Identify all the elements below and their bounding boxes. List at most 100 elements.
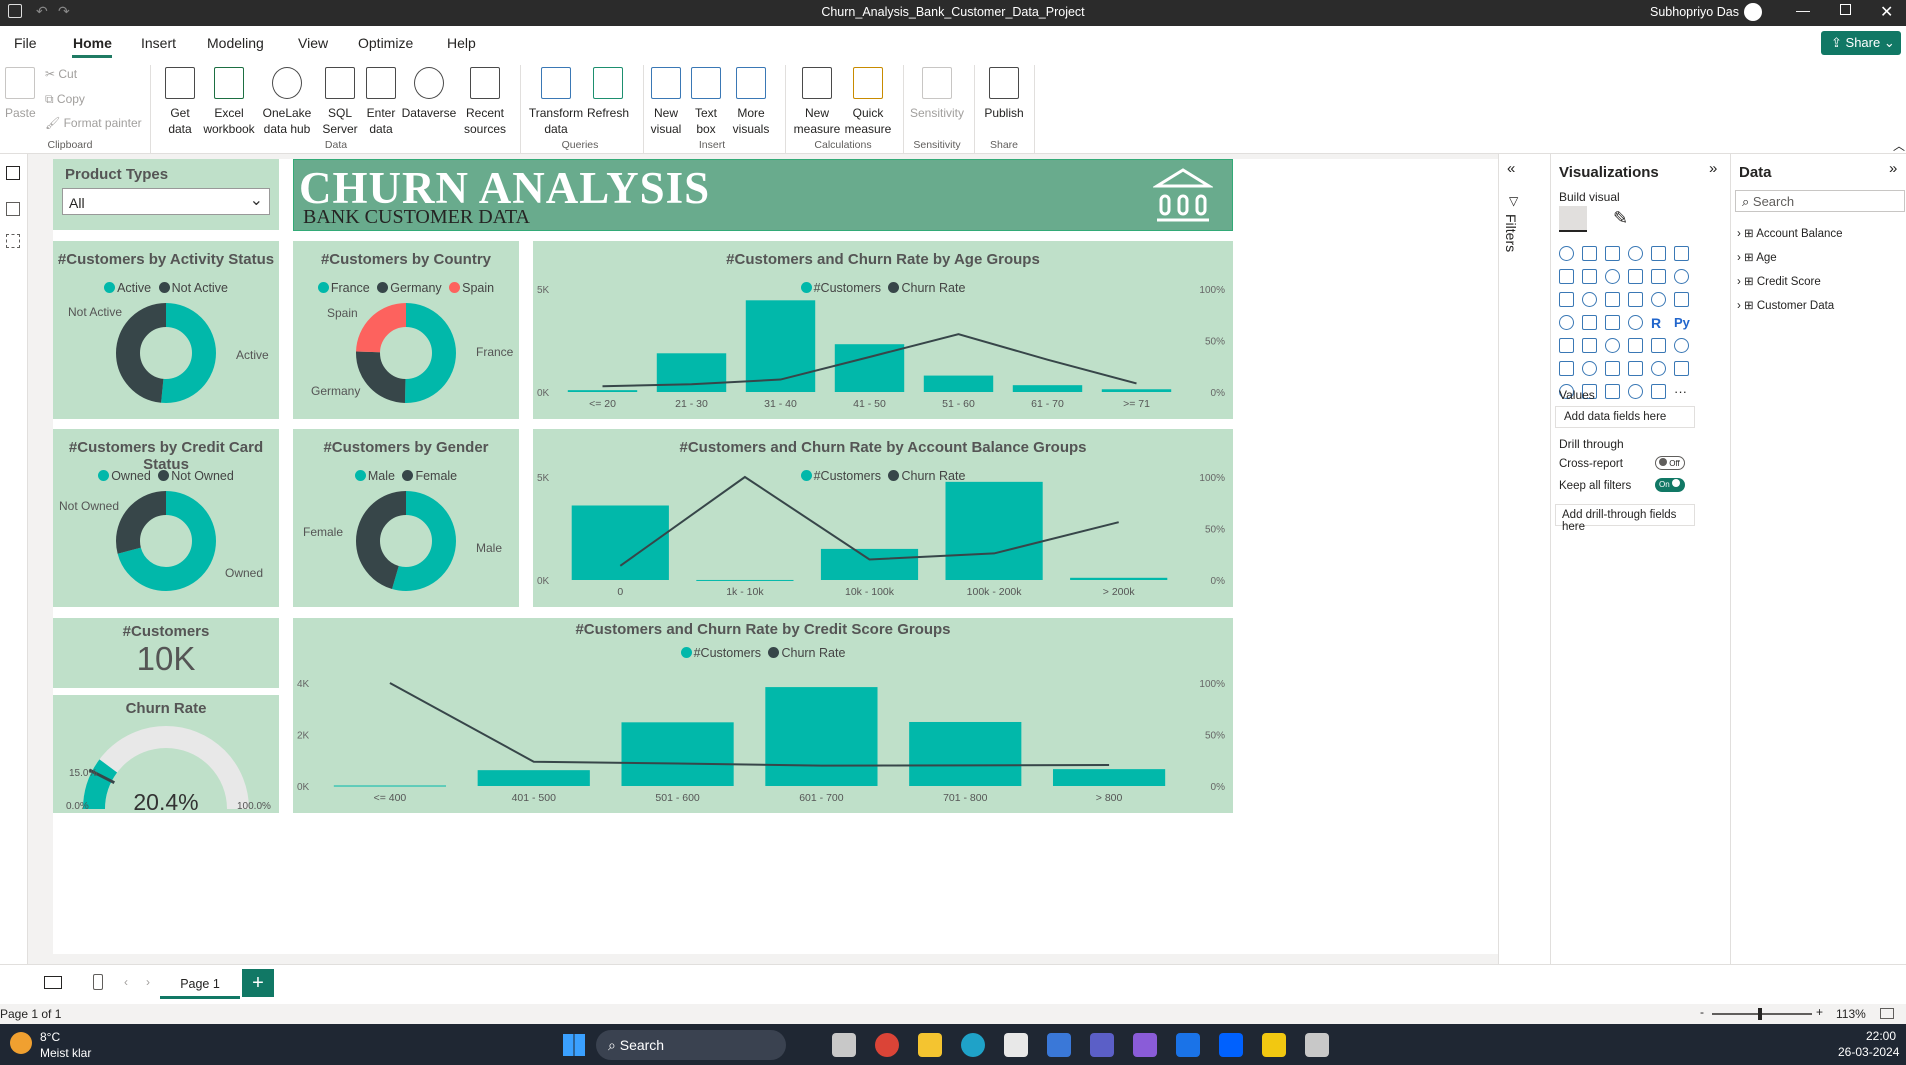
menu-optimize[interactable]: Optimize — [358, 35, 413, 51]
avatar[interactable] — [1744, 3, 1762, 21]
taskbar-search[interactable]: ⌕ Search — [596, 1030, 786, 1060]
visual-type-icon[interactable] — [1628, 269, 1643, 284]
credit-card-card[interactable]: #Customers by Credit Card Status Owned N… — [53, 429, 279, 607]
table-item[interactable]: › ⊞ Account Balance — [1737, 222, 1843, 246]
cut-button[interactable]: ✂ Cut — [45, 67, 77, 81]
table-item[interactable]: › ⊞ Age — [1737, 246, 1843, 270]
file-explorer-icon[interactable] — [918, 1033, 942, 1057]
visual-type-icon[interactable] — [1651, 292, 1666, 307]
recent-sources-button[interactable]: Recent sources — [460, 67, 510, 137]
visual-type-icon[interactable] — [1605, 361, 1620, 376]
dataverse-button[interactable]: Dataverse — [400, 67, 458, 121]
excel-button[interactable]: Excel workbook — [200, 67, 258, 137]
expand-right-icon[interactable]: » — [1709, 160, 1717, 177]
table-item[interactable]: › ⊞ Credit Score — [1737, 270, 1843, 294]
chat-icon[interactable] — [1047, 1033, 1071, 1057]
get-data-button[interactable]: Get data — [160, 67, 200, 137]
mail-icon[interactable] — [1176, 1033, 1200, 1057]
customers-kpi-card[interactable]: #Customers 10K — [53, 618, 279, 688]
visual-type-icon[interactable] — [1628, 315, 1643, 330]
visual-type-icon[interactable]: R — [1651, 315, 1671, 335]
visual-type-icon[interactable] — [1674, 292, 1689, 307]
close-icon[interactable]: ✕ — [1880, 2, 1893, 22]
visual-type-icon[interactable] — [1582, 269, 1597, 284]
zoom-slider[interactable] — [1712, 1013, 1812, 1015]
visual-type-icon[interactable] — [1605, 269, 1620, 284]
visual-type-icon[interactable] — [1559, 269, 1574, 284]
visual-type-icon[interactable] — [1559, 246, 1574, 261]
add-page-button[interactable]: + — [242, 969, 274, 997]
task-view-icon[interactable] — [832, 1033, 856, 1057]
zoom-out-icon[interactable]: - — [1700, 1005, 1704, 1019]
visual-type-icon[interactable] — [1651, 361, 1666, 376]
more-visuals-button[interactable]: More visuals — [726, 67, 776, 137]
visual-type-icon[interactable] — [1582, 338, 1597, 353]
enter-data-button[interactable]: Enter data — [362, 67, 400, 137]
quick-measure-button[interactable]: Quick measure — [842, 67, 894, 137]
onelake-button[interactable]: OneLake data hub — [258, 67, 316, 137]
visual-type-icon[interactable] — [1651, 338, 1666, 353]
visual-type-icon[interactable] — [1628, 338, 1643, 353]
copilot-icon[interactable] — [1133, 1033, 1157, 1057]
cross-report-toggle[interactable]: Off — [1655, 456, 1685, 470]
store-icon[interactable] — [1004, 1033, 1028, 1057]
copy-button[interactable]: ⧉ Copy — [45, 92, 85, 107]
collapse-ribbon-icon[interactable]: ︿ — [1893, 137, 1905, 154]
gender-card[interactable]: #Customers by Gender Male Female Female … — [293, 429, 519, 607]
menu-insert[interactable]: Insert — [141, 35, 176, 51]
visual-type-icon[interactable] — [1674, 361, 1689, 376]
data-search-input[interactable]: ⌕ Search — [1735, 190, 1905, 212]
dropbox-icon[interactable] — [1219, 1033, 1243, 1057]
zoom-slider-thumb[interactable] — [1758, 1008, 1762, 1020]
text-box-button[interactable]: Text box — [690, 67, 722, 137]
transform-data-button[interactable]: Transform data — [528, 67, 584, 137]
table-view-icon[interactable] — [6, 202, 20, 216]
activity-status-card[interactable]: #Customers by Activity Status Active Not… — [53, 241, 279, 419]
slicer-dropdown[interactable]: All ⌄ — [62, 188, 270, 215]
visual-type-icon[interactable] — [1605, 338, 1620, 353]
drill-drop-zone[interactable]: Add drill-through fields here — [1555, 504, 1695, 533]
visual-type-icon[interactable] — [1605, 315, 1620, 330]
visual-type-icon[interactable] — [1651, 246, 1666, 261]
visual-type-icon[interactable] — [1628, 361, 1643, 376]
table-item[interactable]: › ⊞ Customer Data — [1737, 294, 1843, 318]
mobile-layout-icon[interactable] — [93, 974, 103, 990]
visual-type-icon[interactable]: ··· — [1674, 384, 1694, 404]
visual-type-icon[interactable] — [1628, 246, 1643, 261]
credit-score-groups-card[interactable]: #Customers and Churn Rate by Credit Scor… — [293, 618, 1233, 813]
power-bi-icon[interactable] — [1262, 1033, 1286, 1057]
sensitivity-button[interactable]: Sensitivity — [908, 67, 966, 121]
app-icon[interactable] — [1305, 1033, 1329, 1057]
visual-type-icon[interactable] — [1559, 338, 1574, 353]
visual-type-icon[interactable] — [1582, 361, 1597, 376]
zoom-in-icon[interactable]: + — [1816, 1005, 1823, 1019]
country-card[interactable]: #Customers by Country France Germany Spa… — [293, 241, 519, 419]
churn-rate-card[interactable]: Churn Rate 20.4% 0.0% 100.0% 15.0% — [53, 695, 279, 815]
visual-type-icon[interactable] — [1651, 269, 1666, 284]
visual-type-icon[interactable] — [1605, 246, 1620, 261]
visual-type-icon[interactable] — [1582, 292, 1597, 307]
chrome-icon[interactable] — [875, 1033, 899, 1057]
sql-server-button[interactable]: SQL Server — [318, 67, 362, 137]
menu-view[interactable]: View — [298, 35, 328, 51]
menu-modeling[interactable]: Modeling — [207, 35, 264, 51]
expand-right-icon[interactable]: » — [1889, 160, 1897, 177]
model-view-icon[interactable] — [6, 234, 20, 248]
report-view-icon[interactable] — [6, 166, 20, 180]
edge-icon[interactable] — [961, 1033, 985, 1057]
age-groups-card[interactable]: #Customers and Churn Rate by Age Groups … — [533, 241, 1233, 419]
page-tab-1[interactable]: Page 1 — [160, 969, 240, 999]
new-visual-button[interactable]: New visual — [650, 67, 682, 137]
visual-type-icon[interactable] — [1674, 246, 1689, 261]
format-painter-button[interactable]: 🖌 Format painter — [45, 116, 142, 130]
visual-type-icon[interactable] — [1674, 338, 1689, 353]
balance-groups-card[interactable]: #Customers and Churn Rate by Account Bal… — [533, 429, 1233, 607]
prev-page-icon[interactable]: ‹ — [124, 975, 128, 989]
share-button[interactable]: ⇪ Share ⌄ — [1821, 31, 1901, 55]
windows-start-icon[interactable] — [563, 1034, 585, 1056]
visual-type-icon[interactable] — [1605, 384, 1620, 399]
publish-button[interactable]: Publish — [982, 67, 1026, 121]
build-visual-tab[interactable] — [1559, 206, 1587, 232]
visual-type-icon[interactable] — [1674, 269, 1689, 284]
visual-type-icon[interactable] — [1628, 384, 1643, 399]
